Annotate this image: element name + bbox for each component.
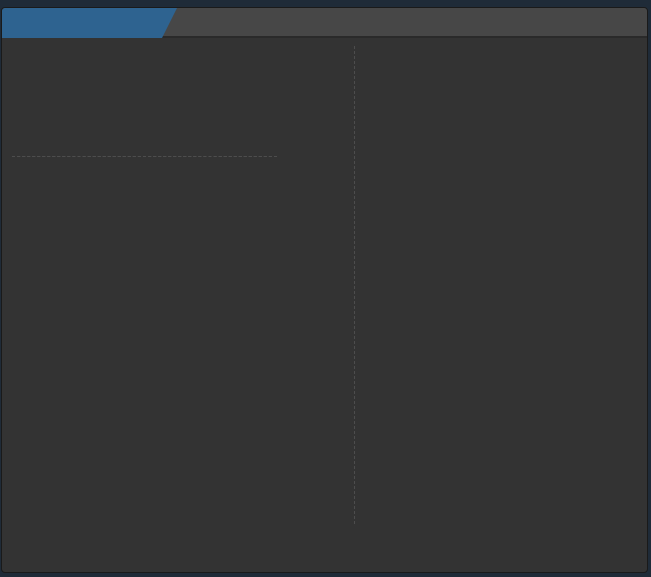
texture-packer-settings-dialog	[1, 7, 648, 573]
section-divider	[12, 156, 277, 157]
title-bar[interactable]	[2, 8, 647, 38]
column-divider	[354, 46, 355, 524]
title-tab	[2, 8, 177, 38]
